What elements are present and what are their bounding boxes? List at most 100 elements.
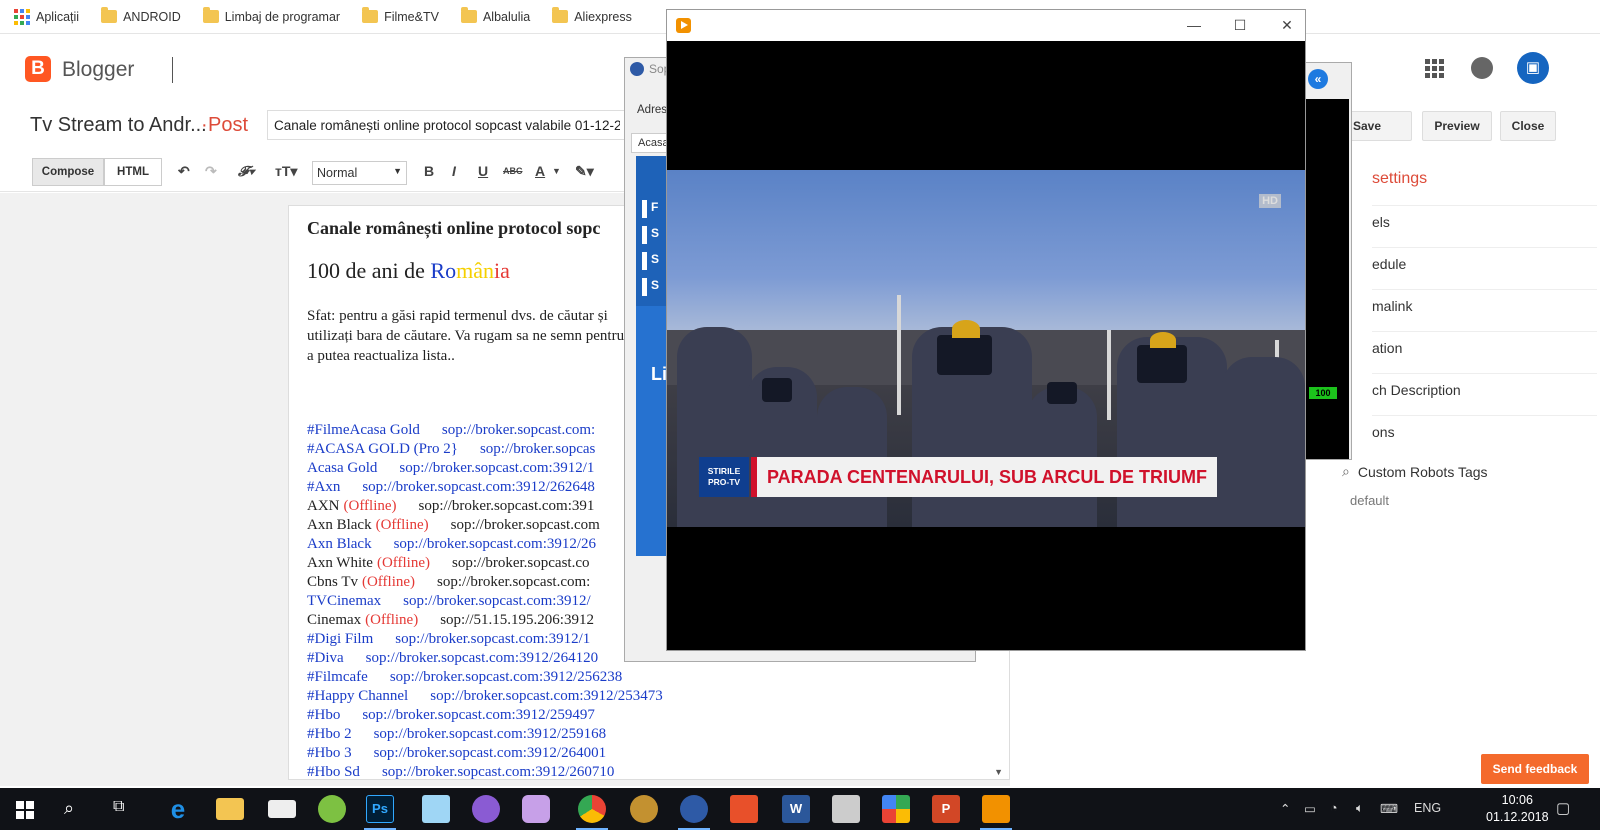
settings-permalink[interactable]: malink [1372, 289, 1597, 331]
settings-schedule[interactable]: edule [1372, 247, 1597, 289]
channel-link[interactable]: sop://broker.sopcast.com: [437, 574, 590, 590]
bookmark-albalulia[interactable]: Albalulia [460, 7, 530, 24]
send-feedback-button[interactable]: Send feedback [1481, 754, 1589, 784]
post-title-input[interactable] [267, 110, 627, 140]
settings-labels[interactable]: els [1372, 205, 1597, 247]
channel-link[interactable]: sop://broker.sopcast.com:3912/264120 [366, 650, 598, 666]
undo-icon[interactable]: ↶ [178, 163, 190, 180]
html-tab[interactable]: HTML [104, 158, 162, 186]
windows-start-icon[interactable] [16, 801, 34, 819]
calculator-icon[interactable] [832, 795, 860, 823]
bold-button[interactable]: B [424, 163, 434, 179]
text-color-button[interactable]: A [535, 163, 545, 179]
video-player-window[interactable]: — ☐ ✕ HD STIRILE PRO-TV PARADA CENTENARU… [666, 9, 1306, 651]
keyboard-icon[interactable]: ⌨ [1380, 801, 1398, 816]
folder-icon [202, 7, 219, 23]
chevron-up-icon[interactable]: ⌃ [1280, 801, 1290, 816]
redo-icon[interactable]: ↷ [205, 163, 217, 180]
settings-search-description[interactable]: ch Description [1372, 373, 1597, 415]
taskbar: ⌕ ⧉ e Ps W P ⌃ ▭ ◔ 🔈︎ ⌨ ENG 10:06 01.12.… [0, 788, 1600, 830]
channel-link[interactable]: sop://broker.sopcast.co [452, 555, 589, 571]
font-size-icon[interactable]: тT▾ [275, 163, 297, 180]
blog-title[interactable]: Tv Stream to Andr... [30, 114, 207, 137]
centenary-prefix: 100 de ani de [307, 258, 431, 283]
clock[interactable]: 10:06 01.12.2018 [1486, 792, 1549, 826]
font-family-icon[interactable]: 𝓕▾ [238, 163, 254, 180]
edge-icon[interactable]: e [164, 795, 192, 823]
photoshop-icon[interactable]: Ps [366, 795, 394, 823]
bookmark-films[interactable]: Filme&TV [362, 7, 439, 24]
app-icon[interactable] [882, 795, 910, 823]
bookmark-programming[interactable]: Limbaj de programar [202, 7, 340, 24]
back-icon[interactable]: « [1308, 69, 1328, 89]
notifications-icon[interactable] [1471, 57, 1493, 79]
word-icon[interactable]: W [782, 795, 810, 823]
channel-link[interactable]: sop://broker.sopcast.com:3912/1 [395, 631, 590, 647]
apps-launcher-icon[interactable] [1423, 57, 1445, 79]
bookmark-android[interactable]: ANDROID [101, 7, 181, 24]
channel-link[interactable]: sop://broker.sopcas [480, 441, 595, 457]
maximize-icon[interactable]: ☐ [1225, 15, 1255, 35]
robots-label: Custom Robots Tags [1357, 463, 1488, 480]
sopcast-icon[interactable] [680, 795, 708, 823]
quality-badge: 100 [1309, 387, 1337, 399]
underline-button[interactable]: U [478, 163, 488, 179]
paragraph-format-select[interactable]: Normal ▼ [312, 161, 407, 185]
channel-link[interactable]: sop://broker.sopcast.com:3912/262648 [362, 479, 594, 495]
blogger-logo-icon[interactable]: B [25, 56, 51, 82]
wifi-icon[interactable]: ◔ [1330, 801, 1338, 815]
language-indicator[interactable]: ENG [1414, 801, 1441, 815]
bookmark-label: ANDROID [123, 9, 181, 24]
settings-location[interactable]: ation [1372, 331, 1597, 373]
channel-link[interactable]: sop://broker.sopcast.com:3912/253473 [430, 688, 662, 704]
strikethrough-button[interactable]: ABC [503, 166, 523, 176]
channel-link[interactable]: sop://broker.sopcast.com:3912/264001 [374, 745, 606, 761]
mail-icon[interactable] [268, 800, 296, 818]
channel-link[interactable]: sop://broker.sopcast.com:3912/26 [394, 536, 596, 552]
chrome-icon[interactable] [578, 795, 606, 823]
acrobat-icon[interactable] [730, 795, 758, 823]
close-button[interactable]: Close [1500, 111, 1556, 141]
channel-link[interactable]: sop://broker.sopcast.com:3912/259497 [362, 707, 594, 723]
italic-button[interactable]: I [452, 163, 456, 179]
offline-badge: (Offline) [376, 555, 431, 571]
channel-link[interactable]: sop://broker.sopcast.com:3912/256238 [390, 669, 622, 685]
channel-link[interactable]: sop://51.15.195.206:3912 [440, 612, 594, 628]
channel-link[interactable]: sop://broker.sopcast.com:3912/260710 [382, 764, 614, 779]
channel-link[interactable]: sop://broker.sopcast.com [451, 517, 600, 533]
channel-link[interactable]: sop://broker.sopcast.com:3912/ [403, 593, 590, 609]
channel-link[interactable]: sop://broker.sopcast.com:3912/1 [399, 460, 594, 476]
close-window-icon[interactable]: ✕ [1272, 15, 1302, 35]
channel-name: Axn Black [307, 517, 372, 533]
notifications-icon[interactable]: ▢ [1556, 799, 1570, 817]
search-icon[interactable]: ⌕ [64, 798, 74, 819]
bookmark-apps[interactable]: Aplicații [14, 8, 79, 25]
channel-link[interactable]: sop://broker.sopcast.com:391 [419, 498, 595, 514]
compose-tab[interactable]: Compose [32, 158, 104, 186]
avatar[interactable]: ▣ [1517, 52, 1549, 84]
battery-icon[interactable]: ▭ [1304, 801, 1316, 816]
paint-3d-icon[interactable] [522, 795, 550, 823]
channel-name: Axn Black [307, 536, 372, 552]
channel-link[interactable]: sop://broker.sopcast.com:3912/259168 [374, 726, 606, 742]
media-player-icon[interactable] [982, 795, 1010, 823]
video-frame[interactable]: HD STIRILE PRO-TV PARADA CENTENARULUI, S… [667, 170, 1305, 527]
settings-options[interactable]: ons [1372, 415, 1597, 457]
highlight-icon[interactable]: ✎▾ [575, 163, 594, 180]
file-explorer-icon[interactable] [216, 798, 244, 820]
notes-app-icon[interactable] [422, 795, 450, 823]
volume-icon[interactable]: 🔈︎ [1356, 801, 1364, 816]
app-icon[interactable] [630, 795, 658, 823]
post-label: Post [208, 114, 249, 136]
settings-robots-tags[interactable]: ⌕ Custom Robots Tags [1342, 463, 1488, 480]
channel-link[interactable]: sop://broker.sopcast.com: [442, 422, 595, 438]
task-view-icon[interactable]: ⧉ [113, 798, 124, 816]
android-studio-icon[interactable] [318, 795, 346, 823]
powerpoint-icon[interactable]: P [932, 795, 960, 823]
minimize-icon[interactable]: — [1179, 15, 1209, 35]
bookmark-aliexpress[interactable]: Aliexpress [552, 7, 632, 24]
preview-button[interactable]: Preview [1422, 111, 1492, 141]
scroll-down-icon[interactable]: ▼ [994, 767, 1003, 777]
apps-grid-icon [14, 8, 30, 25]
paint-app-icon[interactable] [472, 795, 500, 823]
